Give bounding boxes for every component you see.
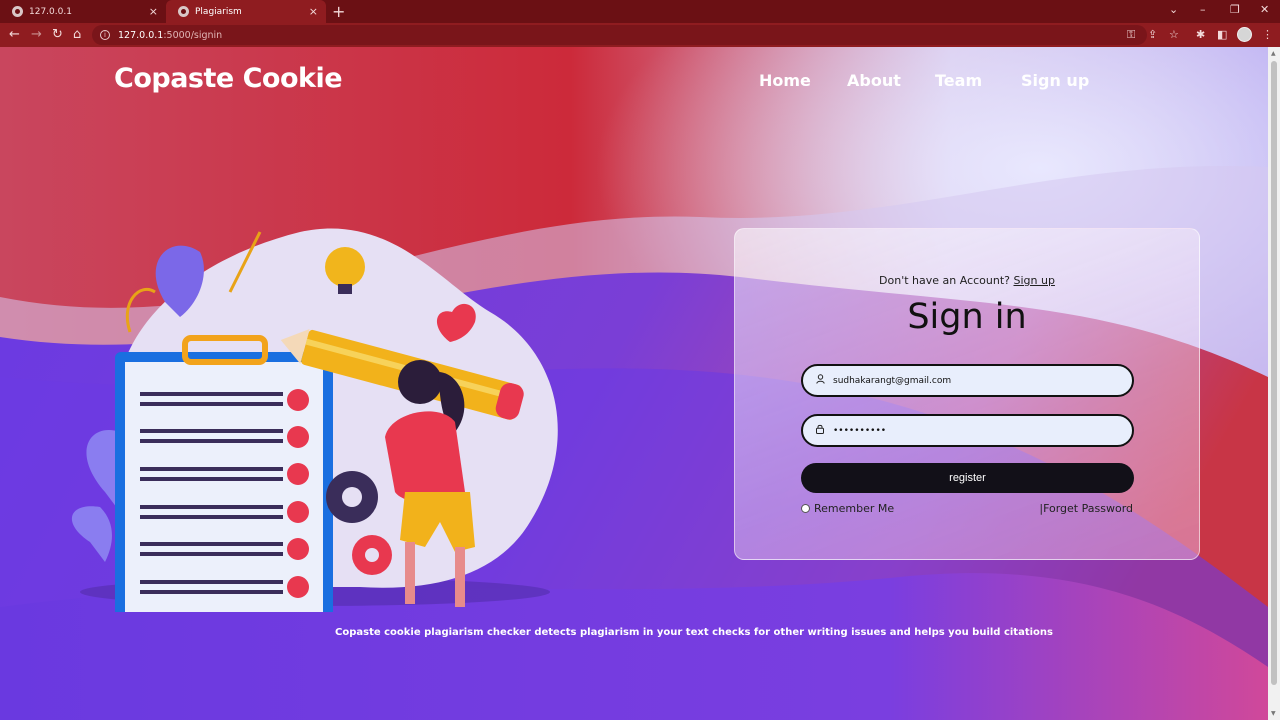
register-button[interactable]: register: [801, 463, 1134, 493]
footer-tagline: Copaste cookie plagiarism checker detect…: [335, 627, 1053, 638]
address-bar[interactable]: i 127.0.0.1:5000/signin: [92, 25, 1147, 45]
back-icon[interactable]: ←: [9, 27, 20, 43]
close-window-icon[interactable]: ✕: [1260, 3, 1269, 16]
password-input[interactable]: [833, 425, 1113, 436]
signin-title: Sign in: [907, 297, 1027, 337]
globe-icon: [12, 6, 23, 17]
brand-logo[interactable]: Copaste Cookie: [114, 63, 343, 94]
scroll-down-arrow-icon[interactable]: ▼: [1271, 710, 1276, 717]
share-icon[interactable]: ⇪: [1148, 28, 1157, 41]
new-tab-icon[interactable]: +: [332, 2, 345, 21]
remember-me-radio[interactable]: [801, 504, 810, 513]
close-tab-icon[interactable]: ×: [149, 5, 158, 18]
bookmark-star-icon[interactable]: ☆: [1169, 28, 1179, 41]
lock-icon: [815, 424, 825, 437]
close-tab-icon[interactable]: ×: [309, 5, 318, 18]
nav-link-signup[interactable]: Sign up: [1021, 71, 1089, 90]
tab-search-icon[interactable]: ⌄: [1169, 3, 1178, 16]
reload-icon[interactable]: ↻: [52, 27, 63, 43]
no-account-text: Don't have an Account?: [879, 274, 1010, 287]
password-field[interactable]: [801, 414, 1134, 447]
browser-tab-inactive[interactable]: 127.0.0.1 ×: [0, 0, 166, 23]
nav-link-home[interactable]: Home: [759, 71, 811, 90]
browser-menu-icon[interactable]: ⋮: [1262, 28, 1273, 41]
nav-link-team[interactable]: Team: [935, 71, 982, 90]
scroll-up-arrow-icon[interactable]: ▲: [1271, 50, 1276, 57]
remember-me[interactable]: Remember Me: [801, 502, 894, 515]
email-input[interactable]: [833, 375, 1113, 386]
remember-me-label: Remember Me: [814, 502, 895, 515]
nav-link-about[interactable]: About: [847, 71, 901, 90]
forget-password-link[interactable]: |Forget Password: [1039, 502, 1133, 515]
email-field[interactable]: [801, 364, 1134, 397]
minimize-icon[interactable]: –: [1200, 3, 1206, 16]
checklist-illustration: [71, 228, 558, 612]
home-icon[interactable]: ⌂: [73, 27, 81, 43]
browser-tabstrip: 127.0.0.1 × Plagiarism × + ⌄ – ❐ ✕: [0, 0, 1280, 23]
tab-title: 127.0.0.1: [29, 6, 72, 17]
profile-avatar[interactable]: [1237, 27, 1252, 42]
browser-toolbar: ← → ↻ ⌂ i 127.0.0.1:5000/signin ⚿ ⇪ ☆ ✱ …: [0, 23, 1280, 47]
extensions-icon[interactable]: ✱: [1196, 28, 1205, 41]
signup-link[interactable]: Sign up: [1014, 274, 1055, 287]
key-icon[interactable]: ⚿: [1127, 28, 1135, 42]
forward-icon[interactable]: →: [31, 27, 42, 43]
info-icon[interactable]: i: [100, 30, 110, 40]
scrollbar-thumb[interactable]: [1271, 61, 1277, 685]
user-icon: [815, 374, 825, 387]
globe-icon: [178, 6, 189, 17]
restore-icon[interactable]: ❐: [1230, 3, 1240, 16]
page-scrollbar[interactable]: ▲ ▼: [1268, 47, 1280, 720]
signin-card: Don't have an Account? Sign up Sign in r…: [734, 228, 1200, 560]
page-viewport: Copaste Cookie Home About Team Sign up D…: [0, 47, 1268, 720]
url-host: 127.0.0.1: [118, 29, 164, 41]
browser-tab-active[interactable]: Plagiarism ×: [166, 0, 326, 23]
side-panel-icon[interactable]: ◧: [1217, 28, 1227, 41]
no-account-line: Don't have an Account? Sign up: [735, 274, 1199, 287]
tab-title: Plagiarism: [195, 6, 242, 17]
url-path: :5000/signin: [163, 29, 223, 41]
